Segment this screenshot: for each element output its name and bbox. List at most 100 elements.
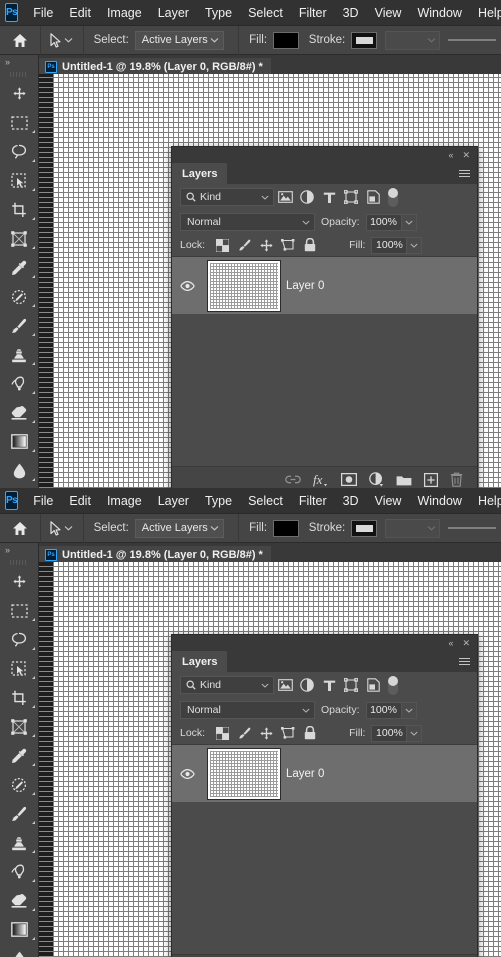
layers-list[interactable]: Layer 0 [172, 257, 477, 466]
active-tool-preview[interactable] [40, 26, 82, 54]
fill-value[interactable]: 100% [371, 236, 408, 254]
lock-position-icon[interactable] [255, 726, 277, 740]
select-dropdown[interactable]: Active Layers [134, 518, 225, 538]
blur-tool[interactable] [0, 456, 38, 485]
menu-layer[interactable]: Layer [150, 491, 197, 511]
lock-artboard-nesting-icon[interactable] [277, 726, 299, 740]
menu-help[interactable]: Help [470, 3, 501, 23]
toolbar-drag-handle[interactable] [0, 557, 38, 567]
home-button[interactable] [0, 26, 40, 54]
filter-pixel-layers-icon[interactable] [274, 191, 296, 203]
menu-filter[interactable]: Filter [291, 3, 335, 23]
crop-tool[interactable] [0, 683, 38, 712]
layers-panel-titlebar[interactable]: « ✕ [172, 147, 477, 163]
menu-layer[interactable]: Layer [150, 3, 197, 23]
menu-3d[interactable]: 3D [335, 491, 367, 511]
collapse-double-left-icon[interactable]: « [448, 638, 453, 648]
filter-pixel-layers-icon[interactable] [274, 679, 296, 691]
filter-shape-layers-icon[interactable] [340, 678, 362, 692]
layer-row[interactable]: Layer 0 [172, 257, 477, 314]
filter-toggle-switch[interactable] [388, 187, 398, 207]
lasso-tool[interactable] [0, 137, 38, 166]
filter-smart-object-layers-icon[interactable] [362, 678, 384, 692]
menu-view[interactable]: View [367, 491, 410, 511]
new-group-icon[interactable] [396, 474, 412, 486]
stroke-style-preview[interactable] [448, 519, 501, 538]
menu-window[interactable]: Window [409, 3, 469, 23]
link-layers-icon[interactable] [285, 475, 301, 484]
rectangular-marquee-tool[interactable] [0, 108, 38, 137]
fill-dropdown-arrow[interactable] [407, 724, 423, 742]
select-dropdown[interactable]: Active Layers [134, 30, 225, 50]
lock-artboard-nesting-icon[interactable] [277, 238, 299, 252]
collapse-right-icon[interactable]: » [0, 55, 38, 69]
menu-filter[interactable]: Filter [291, 491, 335, 511]
frame-tool[interactable] [0, 224, 38, 253]
fill-value[interactable]: 100% [371, 724, 408, 742]
eraser-tool[interactable] [0, 398, 38, 427]
gradient-tool[interactable] [0, 915, 38, 944]
blend-mode-dropdown[interactable]: Normal [180, 213, 315, 231]
fill-dropdown-arrow[interactable] [407, 236, 423, 254]
menu-file[interactable]: File [25, 491, 61, 511]
layers-list[interactable]: Layer 0 [172, 745, 477, 954]
filter-kind-dropdown[interactable]: Kind [180, 676, 274, 694]
brush-tool[interactable] [0, 311, 38, 340]
move-tool[interactable] [0, 79, 38, 108]
lock-image-pixels-icon[interactable] [233, 727, 255, 740]
add-layer-mask-icon[interactable] [341, 473, 357, 486]
close-icon[interactable]: ✕ [462, 150, 470, 160]
menu-file[interactable]: File [25, 3, 61, 23]
menu-3d[interactable]: 3D [335, 3, 367, 23]
stroke-width-dropdown[interactable] [384, 518, 441, 538]
layer-row[interactable]: Layer 0 [172, 745, 477, 802]
collapse-right-icon[interactable]: » [0, 543, 38, 557]
lasso-tool[interactable] [0, 625, 38, 654]
menu-view[interactable]: View [367, 3, 410, 23]
menu-edit[interactable]: Edit [61, 491, 99, 511]
stroke-color-swatch[interactable] [351, 31, 377, 49]
object-selection-tool[interactable] [0, 166, 38, 195]
layer-thumbnail[interactable] [207, 747, 281, 800]
panel-menu-icon[interactable] [459, 163, 477, 184]
layers-panel[interactable]: « ✕ Layers Kind Normal Opacity: 100% Loc… [171, 146, 478, 488]
stroke-style-preview[interactable] [448, 31, 501, 50]
toolbar-drag-handle[interactable] [0, 69, 38, 79]
layer-visibility-toggle[interactable] [172, 768, 202, 779]
filter-type-layers-icon[interactable] [318, 191, 340, 204]
layer-thumbnail-cell[interactable] [202, 747, 286, 800]
opacity-field-group[interactable]: 100% [365, 701, 417, 719]
filter-smart-object-layers-icon[interactable] [362, 190, 384, 204]
filter-shape-layers-icon[interactable] [340, 190, 362, 204]
menu-type[interactable]: Type [197, 3, 240, 23]
blend-mode-dropdown[interactable]: Normal [180, 701, 315, 719]
frame-tool[interactable] [0, 712, 38, 741]
filter-adjustment-layers-icon[interactable] [296, 678, 318, 692]
object-selection-tool[interactable] [0, 654, 38, 683]
opacity-dropdown-arrow[interactable] [401, 213, 417, 231]
history-brush-tool[interactable] [0, 857, 38, 886]
layer-thumbnail[interactable] [207, 259, 281, 312]
menu-image[interactable]: Image [99, 491, 150, 511]
fill-field-group[interactable]: 100% [371, 724, 423, 742]
layer-style-fx-icon[interactable]: fx [313, 473, 329, 487]
layer-thumbnail-cell[interactable] [202, 259, 286, 312]
menu-select[interactable]: Select [240, 3, 291, 23]
lock-position-icon[interactable] [255, 238, 277, 252]
active-tool-preview[interactable] [40, 514, 82, 542]
eyedropper-tool[interactable] [0, 741, 38, 770]
fill-field-group[interactable]: 100% [371, 236, 423, 254]
clone-stamp-tool[interactable] [0, 340, 38, 369]
gradient-tool[interactable] [0, 427, 38, 456]
menu-edit[interactable]: Edit [61, 3, 99, 23]
menu-type[interactable]: Type [197, 491, 240, 511]
tab-layers[interactable]: Layers [172, 163, 228, 184]
spot-healing-brush-tool[interactable] [0, 282, 38, 311]
lock-all-icon[interactable] [299, 726, 321, 740]
fill-color-swatch[interactable] [273, 31, 299, 49]
layer-name[interactable]: Layer 0 [286, 280, 324, 292]
layers-panel[interactable]: « ✕ Layers Kind Normal Opacity: 100% Loc… [171, 634, 478, 957]
panel-menu-icon[interactable] [459, 651, 477, 672]
delete-layer-icon[interactable] [450, 472, 463, 487]
opacity-value[interactable]: 100% [365, 701, 402, 719]
